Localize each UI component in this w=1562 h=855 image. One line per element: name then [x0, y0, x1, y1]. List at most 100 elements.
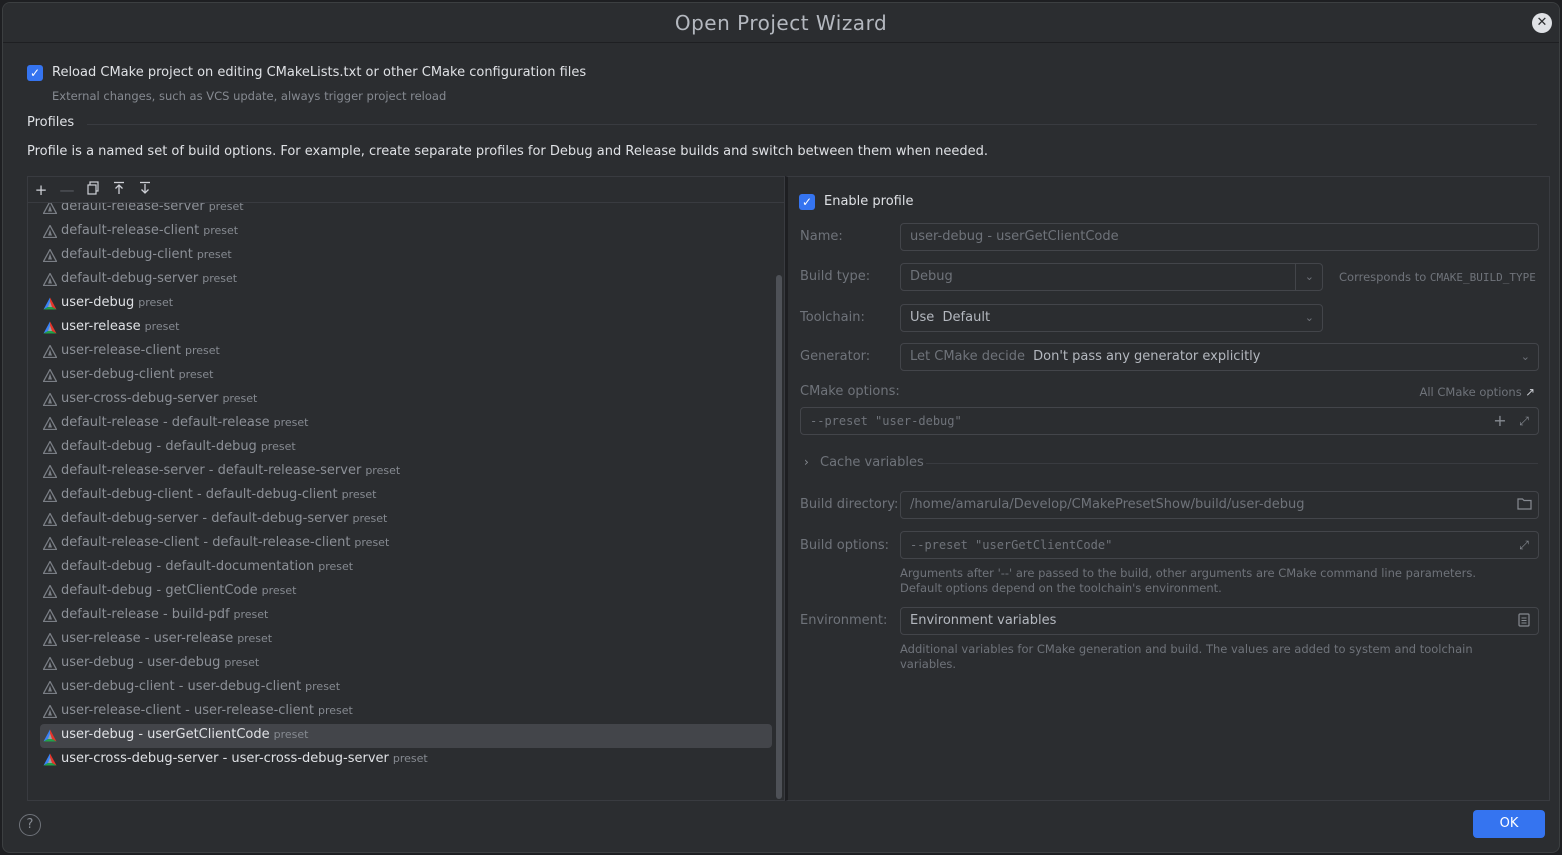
profile-tag: preset: [352, 512, 388, 525]
name-field[interactable]: user-debug - userGetClientCode: [900, 223, 1539, 251]
profile-list-item-label: default-release - default-release preset: [61, 415, 308, 430]
profile-name: default-debug - getClientCode: [61, 583, 258, 598]
profile-list-item[interactable]: default-release-server preset: [40, 203, 772, 220]
profile-list-item[interactable]: user-debug preset: [40, 292, 772, 316]
profile-name: user-release - user-release: [61, 631, 234, 646]
folder-icon[interactable]: [1516, 497, 1532, 513]
profile-tag: preset: [203, 224, 239, 237]
profiles-toolbar: + —: [28, 177, 784, 203]
profile-list-item[interactable]: user-debug - user-debug preset: [40, 652, 772, 676]
help-button[interactable]: ?: [19, 814, 41, 836]
profile-list-item[interactable]: default-release-server - default-release…: [40, 460, 772, 484]
cmake-icon: [43, 753, 57, 766]
build-options-hint-1: Arguments after '--' are passed to the b…: [900, 566, 1477, 580]
profile-list-item-label: user-debug-client - user-debug-client pre…: [61, 679, 340, 694]
profile-list-item[interactable]: default-debug - default-documentation pre…: [40, 556, 772, 580]
profile-list-item[interactable]: default-release - build-pdf preset: [40, 604, 772, 628]
enable-profile-checkbox[interactable]: ✓: [799, 194, 815, 210]
cmake-disabled-icon: [43, 513, 57, 526]
profile-tag: preset: [318, 704, 353, 717]
profile-tag: preset: [144, 320, 180, 333]
remove-icon[interactable]: —: [57, 180, 77, 200]
profile-tag: preset: [273, 728, 309, 741]
profiles-list-pane: + — default-release-server preset default-…: [27, 176, 785, 801]
profile-list-item-label: user-cross-debug-server preset: [61, 391, 257, 406]
profile-list-item-label: default-release-server - default-release…: [61, 463, 400, 478]
open-project-wizard-dialog: Open Project Wizard ✕ ✓ Reload CMake pro…: [2, 2, 1560, 853]
profiles-description: Profile is a named set of build options.…: [27, 144, 988, 159]
profile-tag: preset: [224, 656, 260, 669]
cmake-options-field[interactable]: --preset "user-debug" + ⤢: [800, 407, 1539, 435]
profile-list-item[interactable]: default-debug-client preset: [40, 244, 772, 268]
profile-list-item[interactable]: default-release-client preset: [40, 220, 772, 244]
environment-value: Environment variables: [910, 613, 1057, 628]
document-icon[interactable]: [1516, 613, 1532, 629]
cmake-disabled-icon: [43, 705, 57, 718]
profile-name: default-debug-client - default-debug-cli…: [61, 487, 338, 502]
cmake-disabled-icon: [43, 489, 57, 502]
profile-tag: preset: [185, 344, 220, 357]
chevron-right-icon[interactable]: ›: [804, 455, 809, 469]
profile-list-item[interactable]: user-debug - userGetClientCode preset: [40, 724, 772, 748]
profile-list-item[interactable]: default-debug-server preset: [40, 268, 772, 292]
generator-value-main: Don't pass any generator explicitly: [1033, 349, 1261, 364]
build-type-select[interactable]: Debug ⌄: [900, 263, 1323, 291]
toolchain-select[interactable]: Use Default ⌄: [900, 304, 1323, 332]
build-options-field[interactable]: --preset "userGetClientCode" ⤢: [900, 531, 1539, 559]
profile-list-item[interactable]: user-cross-debug-server preset: [40, 388, 772, 412]
close-button[interactable]: ✕: [1532, 13, 1552, 33]
build-directory-value: /home/amarula/Develop/CMakePresetShow/bu…: [910, 497, 1305, 512]
environment-field[interactable]: Environment variables: [900, 607, 1539, 635]
cmake-disabled-icon: [43, 441, 57, 454]
profile-list-item[interactable]: user-debug-client - user-debug-client pre…: [40, 676, 772, 700]
profile-tag: preset: [273, 416, 309, 429]
profile-list-item[interactable]: default-debug - getClientCode preset: [40, 580, 772, 604]
profile-name: user-debug-client: [61, 367, 175, 382]
profile-tag: preset: [196, 248, 232, 261]
generator-select[interactable]: Let CMake decide Don't pass any generato…: [900, 343, 1539, 371]
build-options-hint-2: Default options depend on the toolchain'…: [900, 581, 1222, 595]
profile-name: user-debug-client - user-debug-client: [61, 679, 302, 694]
profile-name: user-cross-debug-server: [61, 391, 219, 406]
profile-list-item[interactable]: user-release preset: [40, 316, 772, 340]
profile-name: default-debug-server: [61, 271, 199, 286]
profile-name: default-release-client - default-release…: [61, 535, 351, 550]
expand-icon[interactable]: ⤢: [1516, 413, 1532, 429]
cmake-disabled-icon: [43, 561, 57, 574]
profiles-list-scrollbar[interactable]: [776, 275, 782, 799]
build-type-hint-prefix: Corresponds to: [1339, 270, 1427, 284]
reload-checkbox[interactable]: ✓: [27, 65, 43, 81]
move-up-icon[interactable]: [109, 180, 129, 200]
external-link-icon: ↗: [1525, 385, 1535, 399]
copy-icon[interactable]: [83, 180, 103, 200]
profile-list-item[interactable]: user-release-client - user-release-clien…: [40, 700, 772, 724]
profile-name: default-debug - default-debug: [61, 439, 257, 454]
profile-list-item[interactable]: user-cross-debug-server - user-cross-deb…: [40, 748, 772, 772]
build-directory-field[interactable]: /home/amarula/Develop/CMakePresetShow/bu…: [900, 491, 1539, 519]
profile-list-item[interactable]: user-release - user-release preset: [40, 628, 772, 652]
name-label: Name:: [800, 229, 843, 244]
profile-list-item[interactable]: default-release - default-release preset: [40, 412, 772, 436]
generator-value-prefix: Let CMake decide: [910, 349, 1025, 364]
profile-tag: preset: [354, 536, 390, 549]
profile-list-item[interactable]: default-debug - default-debug preset: [40, 436, 772, 460]
environment-label: Environment:: [800, 613, 888, 628]
cache-variables-toggle[interactable]: Cache variables: [820, 455, 924, 470]
expand-icon[interactable]: ⤢: [1516, 537, 1532, 553]
profile-tag: preset: [222, 392, 258, 405]
all-cmake-options-link[interactable]: All CMake options ↗: [1419, 385, 1535, 399]
cmake-disabled-icon: [43, 369, 57, 382]
move-down-icon[interactable]: [135, 180, 155, 200]
profile-list-item[interactable]: user-release-client preset: [40, 340, 772, 364]
add-icon[interactable]: +: [1492, 413, 1508, 429]
profile-list-item[interactable]: default-debug-client - default-debug-cli…: [40, 484, 772, 508]
profile-tag: preset: [365, 464, 401, 477]
add-icon[interactable]: +: [31, 180, 51, 200]
profile-list-item[interactable]: default-release-client - default-release…: [40, 532, 772, 556]
toolchain-value: Use Default: [910, 310, 991, 325]
profile-list-item[interactable]: user-debug-client preset: [40, 364, 772, 388]
profile-list-item[interactable]: default-debug-server - default-debug-ser…: [40, 508, 772, 532]
ok-button[interactable]: OK: [1473, 810, 1545, 838]
cmake-icon: [43, 297, 57, 310]
profile-name: default-release - default-release: [61, 415, 270, 430]
